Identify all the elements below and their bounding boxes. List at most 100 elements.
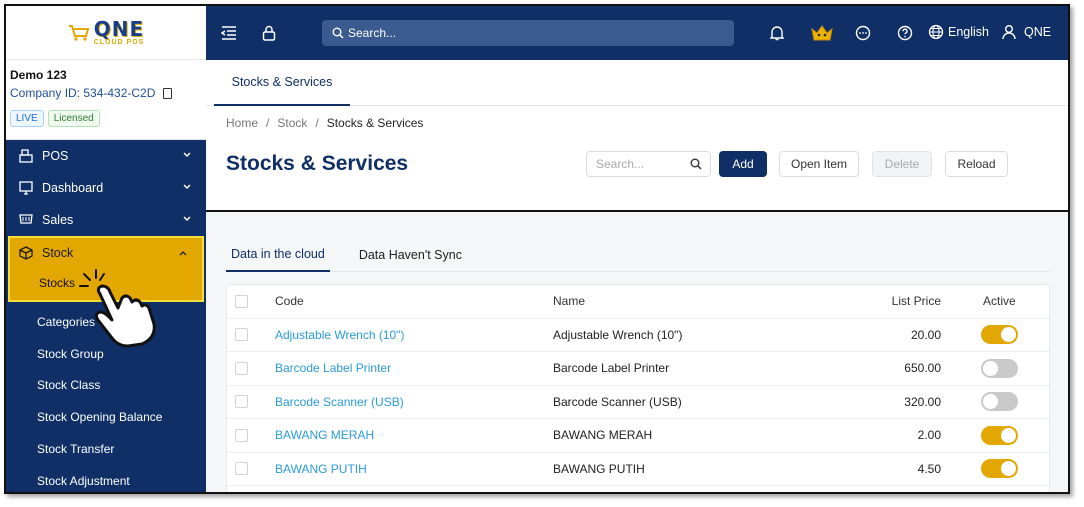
sidebar-item-dashboard[interactable]: Dashboard	[6, 172, 206, 204]
page-title: Stocks & Services	[226, 152, 409, 175]
user-icon	[1002, 25, 1016, 40]
breadcrumb: Home / Stock / Stocks & Services	[226, 116, 423, 130]
company-id: Company ID: 534-432-C2D	[10, 86, 156, 100]
sidebar-item-label: POS	[42, 149, 69, 163]
add-button[interactable]: Add	[719, 151, 767, 177]
data-subtabs: Data in the cloud Data Haven't Sync	[226, 238, 1050, 272]
row-checkbox[interactable]	[235, 328, 248, 342]
active-toggle-cell	[981, 358, 1018, 378]
tab-data-not-synced[interactable]: Data Haven't Sync	[354, 238, 467, 272]
item-price: 4.50	[917, 461, 941, 476]
active-toggle[interactable]	[981, 459, 1018, 479]
company-info: Demo 123 Company ID: 534-432-C2D LIVE Li…	[6, 60, 206, 140]
row-checkbox[interactable]	[235, 395, 248, 409]
item-name: Adjustable Wrench (10")	[553, 327, 683, 342]
column-header-name[interactable]: Name	[553, 294, 585, 308]
sidebar-item-stock[interactable]: Stock	[10, 238, 202, 268]
dashboard-icon	[18, 180, 34, 196]
breadcrumb-stock[interactable]: Stock	[277, 116, 307, 130]
globe-icon	[928, 24, 944, 40]
item-name: Barcode Label Printer	[553, 361, 670, 376]
global-search-placeholder: Search...	[348, 26, 397, 40]
item-name: BAWANG MERAH	[553, 428, 653, 443]
row-checkbox[interactable]	[235, 462, 248, 476]
app-window: QNE CLOUD POS Demo 123 Company ID: 534-4…	[4, 4, 1070, 494]
item-price: 650.00	[904, 361, 941, 376]
user-menu[interactable]: QNE	[1002, 24, 1051, 40]
item-code-link[interactable]: BAWANG MERAH	[275, 428, 374, 442]
chevron-down-icon	[183, 152, 191, 158]
tab-stocks-services[interactable]: Stocks & Services	[214, 60, 350, 106]
table-header: Code Name List Price Active	[227, 285, 1049, 319]
chevron-up-icon	[179, 250, 187, 256]
active-toggle[interactable]	[981, 325, 1018, 345]
breadcrumb-separator: /	[266, 116, 270, 130]
global-search-input[interactable]: Search...	[322, 20, 734, 46]
sidebar-subitem-stock-class[interactable]: Stock Class	[6, 370, 206, 402]
table-row[interactable]: BAWANG MERAH BAWANG MERAH 2.00	[227, 419, 1049, 453]
tab-data-in-cloud[interactable]: Data in the cloud	[226, 238, 330, 272]
table-row[interactable]: Barcode Label Printer Barcode Label Print…	[227, 352, 1049, 386]
search-icon	[690, 158, 702, 170]
active-toggle-cell	[981, 325, 1018, 345]
crown-icon[interactable]	[810, 24, 834, 42]
chat-icon[interactable]	[854, 24, 872, 42]
item-price: 320.00	[904, 394, 941, 409]
breadcrumb-separator: /	[315, 116, 319, 130]
delete-button[interactable]: Delete	[872, 151, 932, 177]
sidebar-menu: POS Dashboard Sales Stock Stocks Categor…	[6, 140, 206, 488]
active-toggle[interactable]	[981, 493, 1018, 494]
sidebar-subitem-stock-opening-balance[interactable]: Stock Opening Balance	[6, 401, 206, 433]
open-item-button[interactable]: Open Item	[779, 151, 859, 177]
item-code-link[interactable]: Adjustable Wrench (10")	[275, 328, 404, 342]
breadcrumb-home[interactable]: Home	[226, 116, 258, 130]
language-selector[interactable]: English	[928, 24, 989, 40]
search-icon	[332, 27, 344, 39]
copy-icon[interactable]	[163, 87, 173, 99]
item-search-placeholder: Search...	[596, 157, 645, 171]
toggle-knob	[1001, 427, 1016, 443]
sales-icon	[18, 212, 34, 228]
logo-sub-text: CLOUD POS	[93, 39, 145, 46]
item-search-input[interactable]: Search...	[586, 151, 711, 177]
toggle-knob	[983, 394, 998, 410]
sidebar-subitem-stock-adjustment[interactable]: Stock Adjustment	[6, 465, 206, 492]
pos-icon	[18, 148, 34, 164]
active-toggle-cell	[981, 459, 1018, 479]
topbar: Search... English QNE	[206, 6, 1068, 60]
page-tabbar: Stocks & Services	[206, 60, 1068, 106]
toggle-knob	[1001, 461, 1016, 477]
table-body: Adjustable Wrench (10") Adjustable Wrench…	[227, 319, 1049, 494]
row-checkbox[interactable]	[235, 428, 248, 442]
table-row[interactable]: BAYBRECHBAYBRECH10.00	[227, 486, 1049, 494]
table-row[interactable]: BAWANG PUTIH BAWANG PUTIH 4.50	[227, 453, 1049, 486]
active-toggle[interactable]	[981, 358, 1018, 378]
qne-logo: QNE CLOUD POS	[68, 19, 145, 46]
item-code-link[interactable]: Barcode Label Printer	[275, 361, 391, 375]
logo-area[interactable]: QNE CLOUD POS	[6, 6, 206, 60]
select-all-checkbox[interactable]	[235, 294, 248, 308]
item-code-link[interactable]: BAWANG PUTIH	[275, 462, 367, 476]
collapse-menu-icon[interactable]	[220, 24, 238, 42]
sidebar-subitem-stock-transfer[interactable]: Stock Transfer	[6, 433, 206, 465]
table-row[interactable]: Adjustable Wrench (10") Adjustable Wrench…	[227, 319, 1049, 352]
lock-icon[interactable]	[260, 24, 278, 42]
active-toggle[interactable]	[981, 392, 1018, 412]
licensed-badge: Licensed	[47, 110, 100, 127]
item-code-link[interactable]: Barcode Scanner (USB)	[275, 395, 404, 409]
table-row[interactable]: Barcode Scanner (USB) Barcode Scanner (US…	[227, 386, 1049, 419]
column-header-active[interactable]: Active	[983, 294, 1016, 308]
chevron-down-icon	[183, 216, 191, 222]
column-header-code[interactable]: Code	[275, 294, 304, 308]
row-checkbox[interactable]	[235, 361, 248, 375]
sidebar-item-pos[interactable]: POS	[6, 140, 206, 172]
active-toggle-cell	[981, 493, 1018, 494]
sidebar-item-sales[interactable]: Sales	[6, 204, 206, 236]
toggle-knob	[983, 360, 998, 376]
active-toggle[interactable]	[981, 425, 1018, 445]
help-icon[interactable]	[896, 24, 914, 42]
column-header-price[interactable]: List Price	[892, 294, 941, 308]
bell-icon[interactable]	[768, 24, 786, 42]
reload-button[interactable]: Reload	[945, 151, 1008, 177]
sidebar-item-label: Dashboard	[42, 181, 104, 195]
